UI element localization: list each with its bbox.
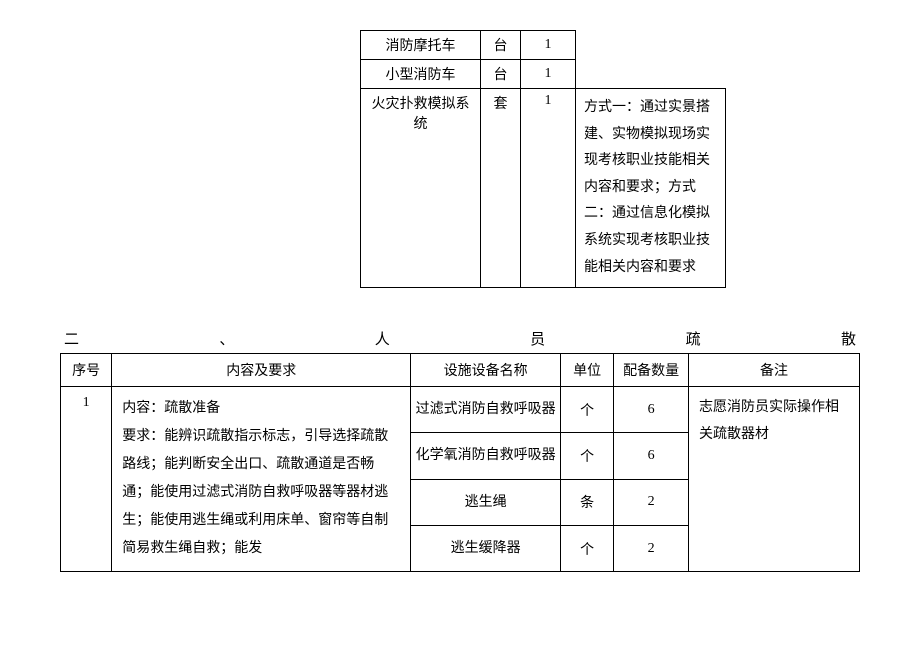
equip-name-cell: 火灾扑救模拟系统 xyxy=(361,89,481,288)
equip-name-cell: 化学氧消防自救呼吸器 xyxy=(411,433,561,479)
unit-cell: 个 xyxy=(560,433,613,479)
header-note: 备注 xyxy=(689,354,860,387)
qty-cell: 6 xyxy=(614,433,689,479)
heading-char: 、 xyxy=(219,328,234,349)
seq-cell: 1 xyxy=(61,387,112,572)
content-cell: 内容：疏散准备要求：能辨识疏散指示标志，引导选择疏散路线；能判断安全出口、疏散通… xyxy=(112,387,411,572)
unit-cell: 台 xyxy=(481,31,521,60)
section-heading: 二 、 人 员 疏 散 xyxy=(60,328,860,349)
heading-char: 员 xyxy=(530,328,545,349)
table-row: 消防摩托车 台 1 xyxy=(361,31,726,60)
table-row: 火灾扑救模拟系统 套 1 方式一：通过实景搭建、实物模拟现场实现考核职业技能相关… xyxy=(361,89,726,288)
unit-cell: 台 xyxy=(481,60,521,89)
unit-cell: 个 xyxy=(560,387,613,433)
heading-char: 散 xyxy=(841,328,856,349)
heading-char: 人 xyxy=(375,328,390,349)
equipment-table-1: 消防摩托车 台 1 小型消防车 台 1 火灾扑救模拟系统 套 1 方式一：通过实… xyxy=(360,30,726,288)
heading-char: 二 xyxy=(64,328,79,349)
header-equip: 设施设备名称 xyxy=(411,354,561,387)
unit-cell: 套 xyxy=(481,89,521,288)
qty-cell: 1 xyxy=(521,89,576,288)
equip-name-cell: 消防摩托车 xyxy=(361,31,481,60)
equip-name-cell: 过滤式消防自救呼吸器 xyxy=(411,387,561,433)
note-cell: 方式一：通过实景搭建、实物模拟现场实现考核职业技能相关内容和要求；方式二：通过信… xyxy=(576,89,726,288)
header-qty: 配备数量 xyxy=(614,354,689,387)
note-cell: 志愿消防员实际操作相关疏散器材 xyxy=(689,387,860,572)
heading-char: 疏 xyxy=(686,328,701,349)
table-header-row: 序号 内容及要求 设施设备名称 单位 配备数量 备注 xyxy=(61,354,860,387)
unit-cell: 个 xyxy=(560,525,613,571)
equip-name-cell: 逃生缓降器 xyxy=(411,525,561,571)
section-2: 二 、 人 员 疏 散 序号 内容及要求 设施设备名称 单位 配备数量 备注 1… xyxy=(60,328,860,572)
unit-cell: 条 xyxy=(560,479,613,525)
qty-cell: 2 xyxy=(614,525,689,571)
equip-name-cell: 逃生绳 xyxy=(411,479,561,525)
qty-cell: 1 xyxy=(521,60,576,89)
evacuation-table: 序号 内容及要求 设施设备名称 单位 配备数量 备注 1 内容：疏散准备要求：能… xyxy=(60,353,860,572)
header-unit: 单位 xyxy=(560,354,613,387)
equipment-table-1-wrap: 消防摩托车 台 1 小型消防车 台 1 火灾扑救模拟系统 套 1 方式一：通过实… xyxy=(360,30,860,288)
qty-cell: 6 xyxy=(614,387,689,433)
table-row: 1 内容：疏散准备要求：能辨识疏散指示标志，引导选择疏散路线；能判断安全出口、疏… xyxy=(61,387,860,433)
table-row: 小型消防车 台 1 xyxy=(361,60,726,89)
header-seq: 序号 xyxy=(61,354,112,387)
qty-cell: 1 xyxy=(521,31,576,60)
equip-name-cell: 小型消防车 xyxy=(361,60,481,89)
qty-cell: 2 xyxy=(614,479,689,525)
header-content: 内容及要求 xyxy=(112,354,411,387)
